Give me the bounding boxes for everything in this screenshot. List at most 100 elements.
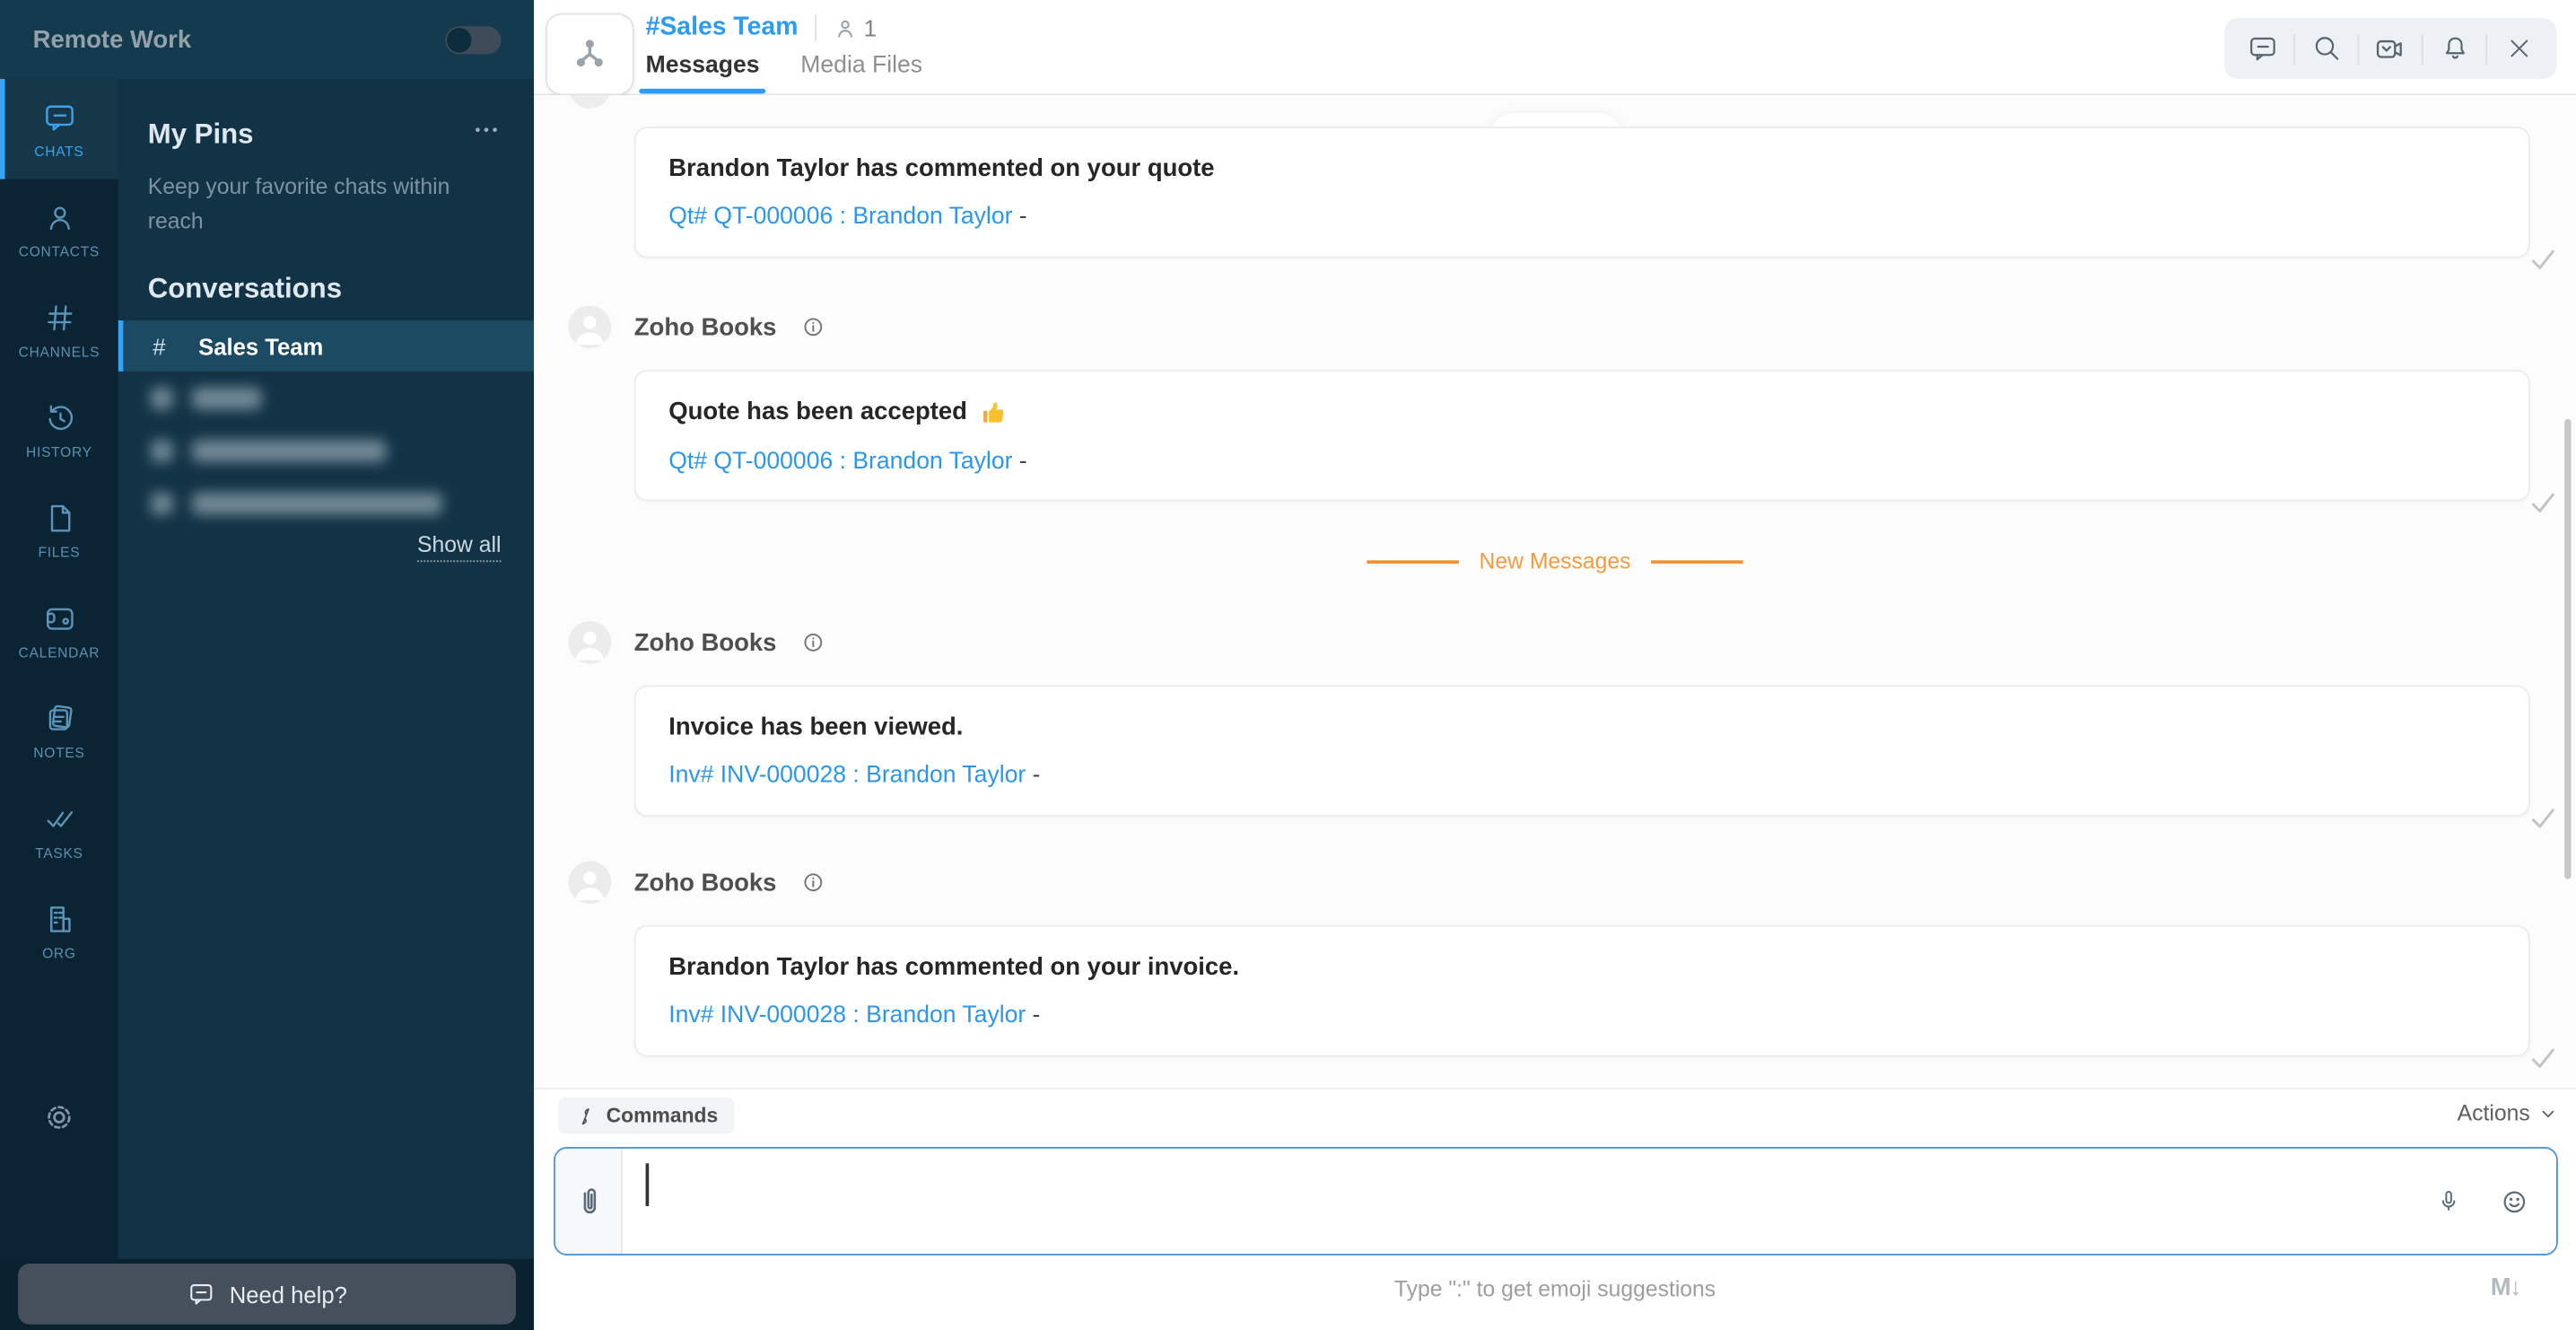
dots-horizontal-icon bbox=[471, 121, 501, 137]
bell-icon bbox=[2439, 33, 2470, 65]
paperclip-icon bbox=[571, 1184, 605, 1218]
need-help-button[interactable]: Need help? bbox=[18, 1264, 516, 1325]
record-link[interactable]: Inv# INV-000028 : Brandon Taylor bbox=[668, 763, 1026, 789]
sender-avatar[interactable] bbox=[569, 306, 612, 349]
thumbs-up-emoji bbox=[979, 397, 1009, 426]
search-icon bbox=[2310, 33, 2342, 65]
sender-name[interactable]: Zoho Books bbox=[634, 313, 777, 341]
message-title: Brandon Taylor has commented on your quo… bbox=[668, 154, 2495, 182]
person-icon bbox=[42, 199, 76, 233]
microphone-icon[interactable] bbox=[2435, 1186, 2463, 1217]
rail-item-tasks[interactable]: TASKS bbox=[0, 781, 118, 881]
message-card: Brandon Taylor has commented on your inv… bbox=[634, 925, 2530, 1056]
message-title: Quote has been accepted bbox=[668, 398, 967, 425]
composer: Commands Actions Type ":" to get emoji s… bbox=[534, 1088, 2576, 1330]
tab-media-files[interactable]: Media Files bbox=[800, 53, 922, 92]
file-icon bbox=[42, 501, 76, 535]
gear-icon bbox=[39, 1098, 79, 1137]
message-sender: Zoho Books bbox=[569, 306, 826, 349]
video-call-button[interactable] bbox=[2359, 18, 2422, 79]
rail-item-org[interactable]: ORG bbox=[0, 880, 118, 981]
channel-header: #Sales Team 1 Messages Media Files bbox=[534, 0, 2576, 95]
blurred-conversation-item[interactable] bbox=[151, 384, 261, 410]
rail-item-chats[interactable]: CHATS bbox=[0, 79, 118, 179]
close-icon bbox=[2504, 34, 2532, 62]
message-list: Today Brandon Taylor has commented on yo… bbox=[534, 95, 2576, 1088]
sidebar-footer: Need help? bbox=[0, 1259, 534, 1330]
new-messages-divider: New Messages bbox=[534, 549, 2576, 573]
my-pins-menu-button[interactable] bbox=[471, 121, 501, 137]
blurred-conversation-item[interactable] bbox=[151, 437, 386, 463]
status-toggle[interactable] bbox=[445, 25, 501, 53]
conversations-title: Conversations bbox=[148, 273, 342, 306]
sender-avatar[interactable] bbox=[569, 861, 612, 904]
search-button[interactable] bbox=[2295, 18, 2358, 79]
member-count[interactable]: 1 bbox=[833, 14, 877, 40]
building-icon bbox=[42, 901, 76, 935]
chat-bubble-icon bbox=[42, 100, 76, 134]
record-link[interactable]: Inv# INV-000028 : Brandon Taylor bbox=[668, 1002, 1026, 1028]
sender-name[interactable]: Zoho Books bbox=[634, 628, 777, 656]
actions-dropdown[interactable]: Actions bbox=[2458, 1101, 2558, 1125]
workspace-header: Remote Work bbox=[0, 0, 534, 79]
rail-item-channels[interactable]: CHANNELS bbox=[0, 279, 118, 380]
rail-item-notes[interactable]: NOTES bbox=[0, 680, 118, 781]
message-card: Brandon Taylor has commented on your quo… bbox=[634, 127, 2530, 258]
delivered-check-icon bbox=[2530, 807, 2556, 830]
attach-button[interactable] bbox=[555, 1149, 623, 1254]
help-chat-icon bbox=[187, 1281, 214, 1308]
channel-avatar[interactable] bbox=[546, 13, 634, 96]
markdown-toggle[interactable]: M↓ bbox=[2491, 1273, 2520, 1301]
workspace-name: Remote Work bbox=[33, 25, 192, 53]
emoji-icon[interactable] bbox=[2499, 1186, 2530, 1217]
tab-messages[interactable]: Messages bbox=[646, 53, 760, 92]
sender-name[interactable]: Zoho Books bbox=[634, 869, 777, 897]
sidebar: Remote Work CHATS CONTACTS CHANNELS HIST… bbox=[0, 0, 534, 1330]
delivered-check-icon bbox=[2530, 248, 2556, 271]
rail-item-contacts[interactable]: CONTACTS bbox=[0, 179, 118, 280]
rail-item-calendar[interactable]: CALENDAR bbox=[0, 580, 118, 680]
rail-item-history[interactable]: HISTORY bbox=[0, 380, 118, 480]
video-call-icon bbox=[2374, 32, 2407, 66]
delivered-check-icon bbox=[2530, 491, 2556, 514]
settings-button[interactable] bbox=[0, 1098, 118, 1137]
delivered-check-icon bbox=[2530, 1046, 2556, 1070]
commands-label: Commands bbox=[607, 1104, 719, 1127]
message-input[interactable] bbox=[623, 1149, 2435, 1254]
sidebar-panel: My Pins Keep your favorite chats within … bbox=[118, 79, 534, 1259]
info-icon[interactable] bbox=[799, 629, 825, 655]
scrollbar[interactable] bbox=[2564, 419, 2571, 879]
info-icon[interactable] bbox=[799, 870, 825, 896]
text-caret bbox=[646, 1163, 649, 1206]
chat-bubble-button[interactable] bbox=[2231, 18, 2293, 79]
commands-button[interactable]: Commands bbox=[559, 1098, 735, 1133]
need-help-label: Need help? bbox=[230, 1282, 347, 1308]
calendar-icon bbox=[42, 600, 76, 634]
record-link[interactable]: Qt# QT-000006 : Brandon Taylor bbox=[668, 448, 1012, 474]
channel-name[interactable]: #Sales Team bbox=[646, 13, 799, 43]
message-card: Invoice has been viewed. Inv# INV-000028… bbox=[634, 686, 2530, 817]
message-card: Quote has been accepted Qt# QT-000006 : … bbox=[634, 370, 2530, 501]
show-all-link[interactable]: Show all bbox=[417, 532, 501, 562]
app-window: Remote Work CHATS CONTACTS CHANNELS HIST… bbox=[0, 0, 2576, 1330]
notifications-button[interactable] bbox=[2423, 18, 2486, 79]
my-pins-subtitle: Keep your favorite chats within reach bbox=[148, 170, 486, 239]
conversation-label: Sales Team bbox=[198, 333, 323, 359]
sender-avatar[interactable] bbox=[569, 621, 612, 664]
chevron-down-icon bbox=[2538, 1104, 2558, 1124]
message-input-box bbox=[554, 1147, 2558, 1256]
info-icon[interactable] bbox=[799, 314, 825, 340]
hash-icon bbox=[42, 300, 76, 334]
toggle-knob bbox=[447, 27, 471, 51]
close-button[interactable] bbox=[2487, 18, 2550, 79]
blurred-conversation-item[interactable] bbox=[151, 490, 441, 516]
record-link[interactable]: Qt# QT-000006 : Brandon Taylor bbox=[668, 204, 1012, 230]
conversation-item-sales-team[interactable]: # Sales Team bbox=[118, 320, 534, 372]
header-toolbar bbox=[2224, 18, 2556, 79]
new-messages-label: New Messages bbox=[1480, 549, 1631, 573]
nav-rail: CHATS CONTACTS CHANNELS HISTORY FILES CA… bbox=[0, 79, 118, 1259]
member-person-icon bbox=[833, 15, 857, 39]
chat-bubble-icon bbox=[2247, 33, 2278, 65]
rail-item-files[interactable]: FILES bbox=[0, 480, 118, 581]
molecule-icon bbox=[569, 33, 612, 76]
